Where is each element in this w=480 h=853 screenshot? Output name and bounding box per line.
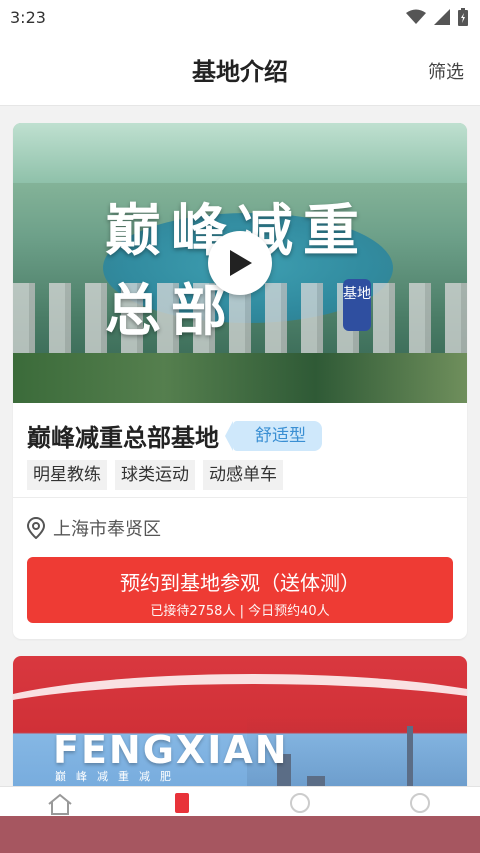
bottom-tab-bar (0, 786, 480, 817)
feature-tag: 球类运动 (115, 460, 195, 490)
status-icons (406, 8, 468, 26)
home-icon (48, 793, 72, 815)
system-nav-bar (0, 816, 480, 853)
feature-tag: 明星教练 (27, 460, 107, 490)
page-header: 基地介绍 筛选 (0, 34, 480, 106)
mine-tab-icon (410, 793, 430, 813)
base-name: 巅峰减重总部基地 (27, 424, 219, 452)
book-visit-stats: 已接待2758人 | 今日预约40人 (150, 604, 330, 619)
divider (13, 497, 467, 498)
base-card[interactable]: 巅峰减重总部 基地 巅峰减重总部基地 舒适型 明星教练 球类运动 动感单车 上海… (13, 123, 467, 639)
book-visit-button[interactable]: 预约到基地参观（送体测） 已接待2758人 | 今日预约40人 (27, 557, 453, 623)
hero-fields (13, 353, 467, 403)
status-time: 3:23 (10, 7, 46, 27)
hero-brand-subtext: 巅峰减重减肥 (55, 770, 181, 783)
status-bar: 3:23 (0, 0, 480, 34)
base-video-thumbnail[interactable]: 巅峰减重总部 基地 (13, 123, 467, 403)
base-tab-icon (175, 793, 189, 813)
hero-stamp: 基地 (343, 279, 371, 331)
tab-home[interactable] (44, 793, 76, 817)
wifi-icon (406, 9, 426, 24)
hero-brand-text: FENGXIAN (53, 728, 289, 772)
tab-third[interactable] (284, 793, 316, 817)
play-icon (230, 250, 252, 276)
tab-base[interactable] (166, 793, 198, 817)
book-visit-label: 预约到基地参观（送体测） (120, 571, 360, 595)
location-row: 上海市奉贤区 (27, 515, 161, 541)
battery-icon (458, 8, 468, 26)
feature-tags: 明星教练 球类运动 动感单车 (27, 460, 283, 490)
base-name-row: 巅峰减重总部基地 舒适型 (27, 418, 322, 453)
filter-button[interactable]: 筛选 (428, 58, 464, 84)
third-tab-icon (290, 793, 310, 813)
location-pin-icon (27, 517, 45, 539)
feature-tag: 动感单车 (203, 460, 283, 490)
hero-sky (13, 123, 467, 183)
tab-mine[interactable] (404, 793, 436, 817)
play-button[interactable] (208, 231, 272, 295)
page-title: 基地介绍 (192, 58, 288, 86)
signal-icon (434, 9, 450, 25)
type-tag: 舒适型 (225, 420, 322, 451)
location-text: 上海市奉贤区 (53, 519, 161, 540)
